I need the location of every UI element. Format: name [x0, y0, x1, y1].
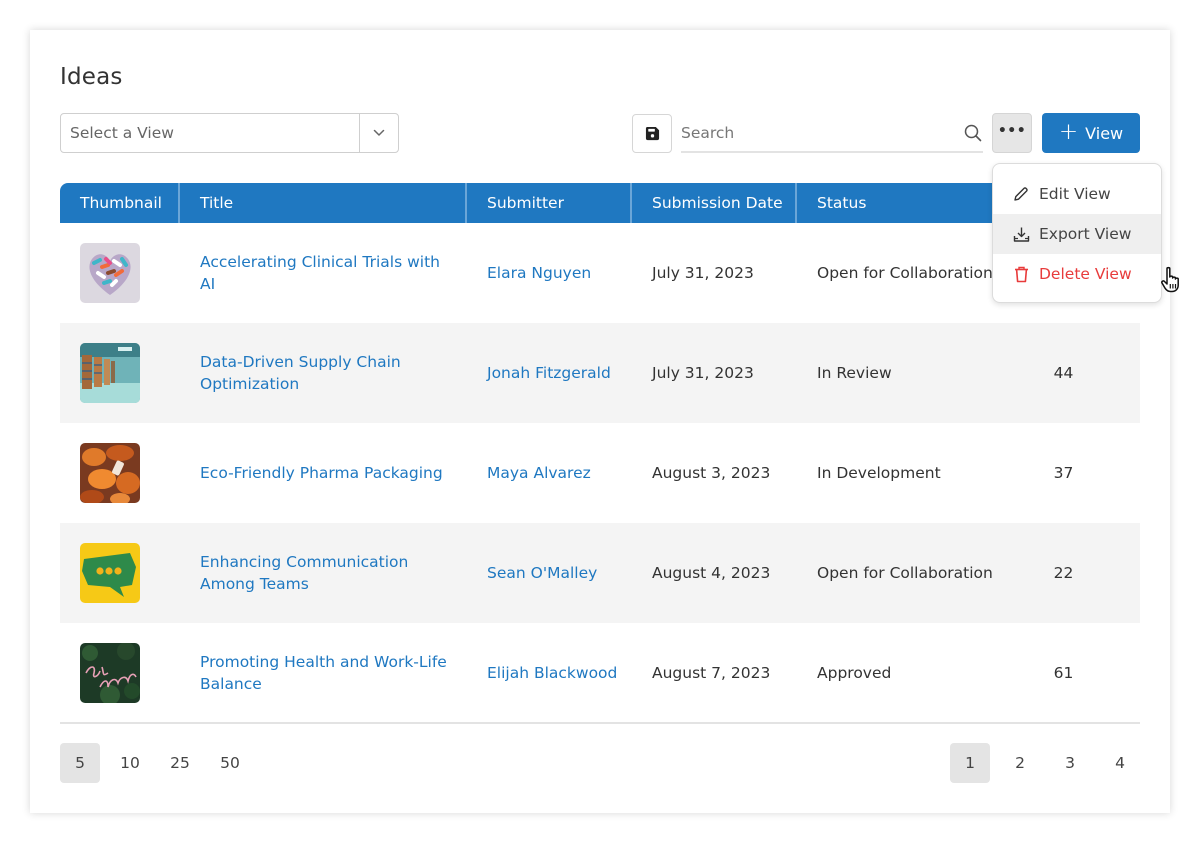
idea-title-link[interactable]: Data-Driven Supply Chain Optimization	[200, 351, 447, 395]
page-size-option[interactable]: 50	[210, 743, 250, 783]
status-text: Open for Collaboration	[817, 264, 993, 282]
column-header-thumbnail[interactable]: Thumbnail	[60, 183, 180, 223]
menu-item-export-view[interactable]: Export View	[993, 214, 1161, 254]
more-options-button[interactable]: •••	[992, 113, 1032, 153]
ellipsis-icon: •••	[997, 122, 1027, 139]
ideas-table: Thumbnail Title Submitter Submission Dat…	[60, 183, 1140, 723]
submitter-link[interactable]: Elijah Blackwood	[487, 662, 617, 684]
pagination: 1 2 3 4	[950, 743, 1140, 783]
page-button[interactable]: 2	[1000, 743, 1040, 783]
menu-item-label: Edit View	[1039, 185, 1111, 203]
ideas-panel: Ideas Select a View ••• + View Thumbnail…	[30, 30, 1179, 813]
view-select[interactable]: Select a View	[60, 113, 399, 153]
submitter-link[interactable]: Sean O'Malley	[487, 562, 597, 584]
pill-bottles-image[interactable]	[80, 443, 140, 503]
count-value: 44	[1053, 364, 1074, 382]
neon-breathe-image[interactable]	[80, 643, 140, 703]
status-text: Approved	[817, 664, 892, 682]
column-header-title[interactable]: Title	[180, 183, 467, 223]
menu-item-delete-view[interactable]: Delete View	[993, 254, 1161, 294]
submitter-link[interactable]: Maya Alvarez	[487, 462, 591, 484]
table-header: Thumbnail Title Submitter Submission Dat…	[60, 183, 1140, 223]
table-row: Enhancing Communication Among Teams Sean…	[60, 523, 1140, 623]
trash-icon	[1012, 265, 1030, 283]
save-view-button[interactable]	[632, 114, 672, 153]
idea-title-link[interactable]: Promoting Health and Work-Life Balance	[200, 651, 447, 695]
plus-icon: +	[1058, 118, 1079, 145]
submission-date: August 3, 2023	[652, 464, 771, 482]
menu-item-label: Export View	[1039, 225, 1132, 243]
status-text: Open for Collaboration	[817, 564, 993, 582]
menu-item-edit-view[interactable]: Edit View	[993, 174, 1161, 214]
view-options-menu: Edit View Export View Delete View	[992, 163, 1162, 303]
column-header-submitter[interactable]: Submitter	[467, 183, 632, 223]
search-field	[681, 114, 983, 153]
idea-title-link[interactable]: Accelerating Clinical Trials with AI	[200, 251, 447, 295]
page-size-option[interactable]: 10	[110, 743, 150, 783]
table-row: Eco-Friendly Pharma Packaging Maya Alvar…	[60, 423, 1140, 523]
table-divider	[60, 722, 1140, 724]
count-value: 37	[1053, 464, 1074, 482]
submitter-link[interactable]: Jonah Fitzgerald	[487, 362, 611, 384]
table-row: Data-Driven Supply Chain Optimization Jo…	[60, 323, 1140, 423]
pills-heart-image[interactable]	[80, 243, 140, 303]
download-icon	[1012, 225, 1030, 243]
speech-bubble-image[interactable]	[80, 543, 140, 603]
idea-title-link[interactable]: Enhancing Communication Among Teams	[200, 551, 447, 595]
count-value: 22	[1053, 564, 1074, 582]
warehouse-image[interactable]	[80, 343, 140, 403]
submitter-link[interactable]: Elara Nguyen	[487, 262, 591, 284]
page-size-option[interactable]: 25	[160, 743, 200, 783]
page-title: Ideas	[60, 64, 123, 90]
search-input[interactable]	[681, 114, 963, 151]
page-size-option[interactable]: 5	[60, 743, 100, 783]
submission-date: July 31, 2023	[652, 364, 754, 382]
submission-date: August 7, 2023	[652, 664, 771, 682]
status-text: In Development	[817, 464, 941, 482]
hand-pointer-cursor-icon	[1160, 266, 1186, 298]
page-button[interactable]: 4	[1100, 743, 1140, 783]
search-icon[interactable]	[963, 123, 983, 143]
status-text: In Review	[817, 364, 892, 382]
submission-date: August 4, 2023	[652, 564, 771, 582]
add-view-label: View	[1085, 123, 1124, 143]
page-button[interactable]: 1	[950, 743, 990, 783]
page-button[interactable]: 3	[1050, 743, 1090, 783]
submission-date: July 31, 2023	[652, 264, 754, 282]
count-value: 61	[1053, 664, 1074, 682]
page-size-selector: 5 10 25 50	[60, 743, 250, 783]
pencil-icon	[1012, 185, 1030, 203]
idea-title-link[interactable]: Eco-Friendly Pharma Packaging	[200, 462, 443, 484]
chevron-down-icon	[373, 129, 385, 136]
save-icon	[645, 126, 659, 141]
menu-item-label: Delete View	[1039, 265, 1132, 283]
table-row: Accelerating Clinical Trials with AI Ela…	[60, 223, 1140, 323]
column-header-status[interactable]: Status	[797, 183, 1017, 223]
add-view-button[interactable]: + View	[1042, 113, 1140, 153]
table-row: Promoting Health and Work-Life Balance E…	[60, 623, 1140, 723]
column-header-submission-date[interactable]: Submission Date	[632, 183, 797, 223]
view-select-placeholder: Select a View	[70, 124, 174, 142]
view-select-toggle[interactable]	[359, 114, 398, 152]
